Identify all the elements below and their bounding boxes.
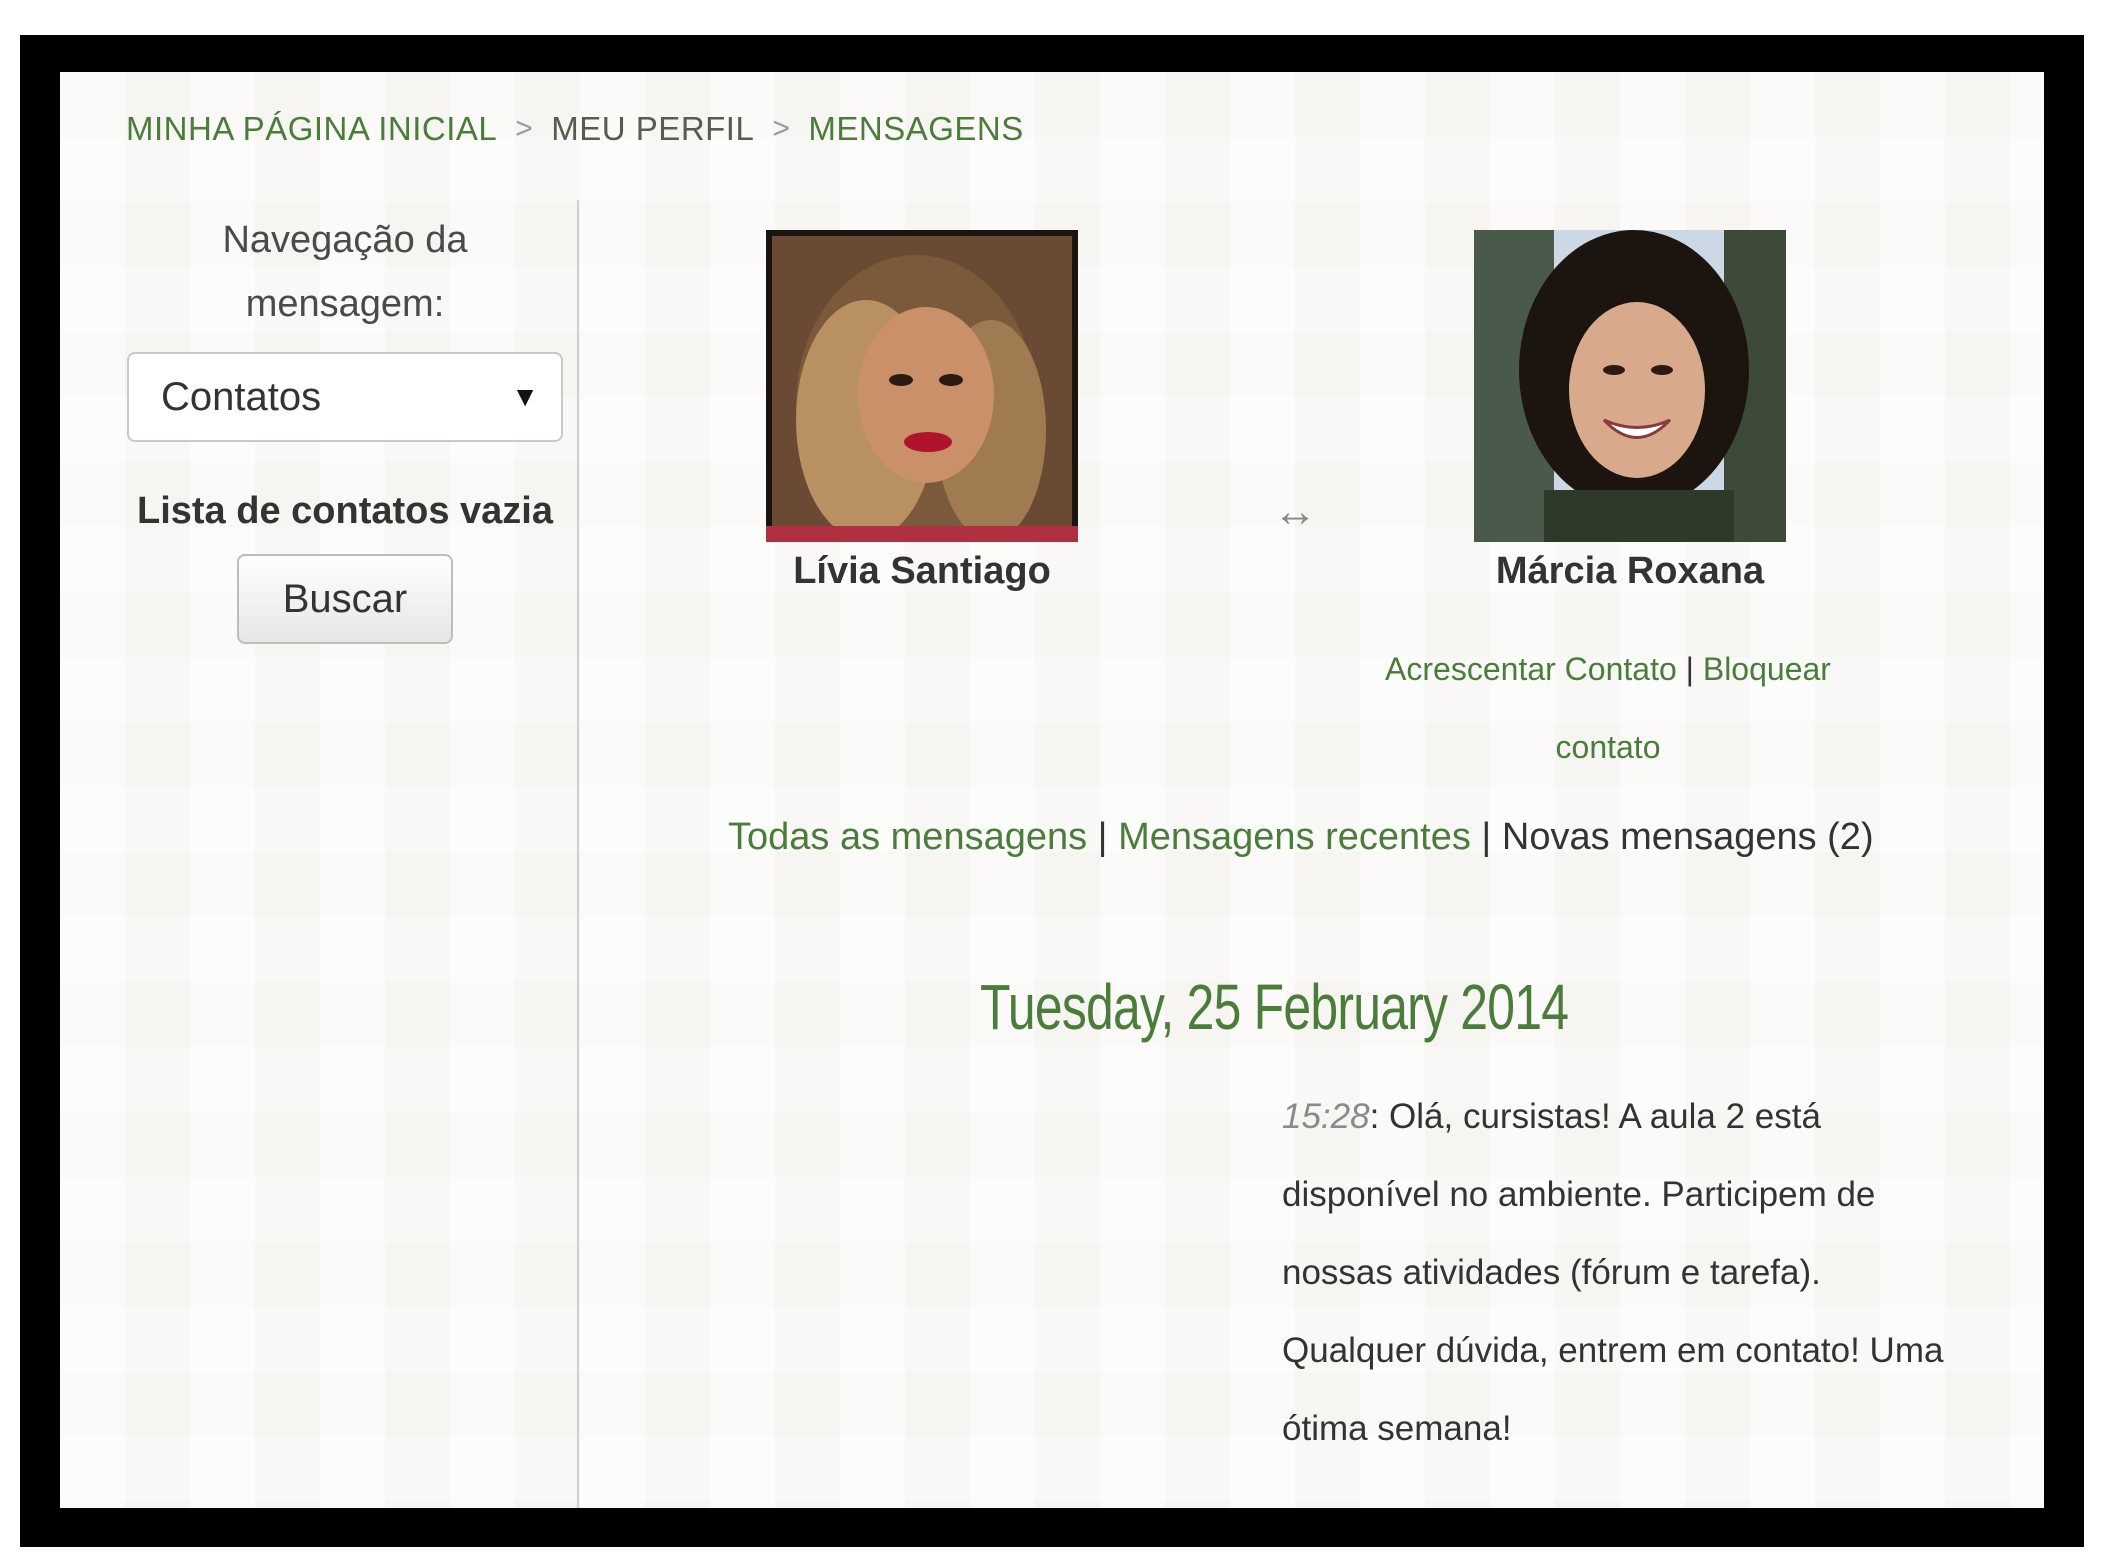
- message-item: 15:28: Olá, cursistas! A aula 2 está dis…: [1282, 1078, 1962, 1468]
- message-nav-separator: |: [1470, 816, 1502, 858]
- breadcrumb-current[interactable]: MENSAGENS: [808, 110, 1023, 148]
- dropdown-arrow-icon: ▼: [511, 381, 539, 412]
- actions-separator: |: [1676, 651, 1703, 687]
- message-nav-separator: |: [1087, 816, 1119, 858]
- breadcrumb-profile[interactable]: MEU PERFIL: [551, 110, 754, 148]
- sidebar-divider: [577, 200, 579, 1508]
- breadcrumb-separator-icon: >: [772, 112, 791, 145]
- message-navigation-title: Navegação da mensagem:: [222, 219, 468, 325]
- message-navigation-select[interactable]: Contatos ▼: [127, 352, 563, 442]
- user-left-avatar[interactable]: [766, 230, 1078, 542]
- message-navigation-sidebar: Navegação da mensagem: Contatos ▼ Lista …: [126, 200, 564, 644]
- swap-arrows-icon: ↔: [1273, 487, 1317, 536]
- empty-contacts-text: Lista de contatos vazia: [136, 490, 553, 532]
- select-value: Contatos: [161, 374, 322, 419]
- message-date-heading: Tuesday, 25 February 2014: [980, 971, 1569, 1043]
- new-messages-text: Novas mensagens (2): [1501, 816, 1874, 858]
- message-time: 15:28: [1282, 1097, 1370, 1136]
- breadcrumb-separator-icon: >: [515, 112, 534, 145]
- breadcrumb-home[interactable]: MINHA PÁGINA INICIAL: [126, 110, 497, 148]
- all-messages-link[interactable]: Todas as mensagens: [728, 816, 1087, 858]
- user-left-name[interactable]: Lívia Santiago: [722, 550, 1122, 593]
- user-right-name[interactable]: Márcia Roxana: [1430, 550, 1830, 593]
- user-right-avatar[interactable]: [1474, 230, 1786, 542]
- search-button[interactable]: Buscar: [237, 554, 453, 644]
- message-filter-nav: Todas as mensagens | Mensagens recentes …: [728, 816, 1874, 859]
- recent-messages-link[interactable]: Mensagens recentes: [1118, 816, 1471, 858]
- contact-actions: Acrescentar Contato | Bloquear contato: [1358, 630, 1858, 786]
- add-contact-link[interactable]: Acrescentar Contato: [1385, 651, 1677, 687]
- message-text: : Olá, cursistas! A aula 2 está disponív…: [1282, 1097, 1944, 1448]
- messages-page: MINHA PÁGINA INICIAL > MEU PERFIL > MENS…: [60, 72, 2044, 1508]
- breadcrumb: MINHA PÁGINA INICIAL > MEU PERFIL > MENS…: [126, 110, 1024, 148]
